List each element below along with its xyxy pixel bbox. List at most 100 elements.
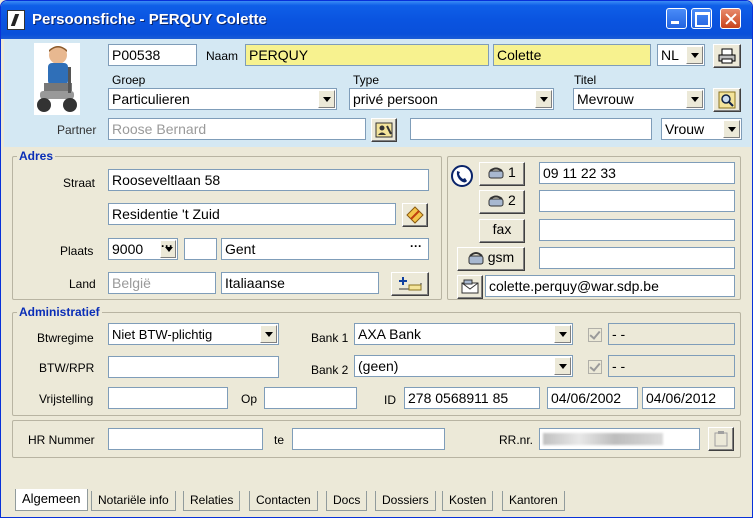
tab-label: Kantoren bbox=[509, 493, 558, 507]
fax-field[interactable] bbox=[539, 219, 735, 241]
id-from-field[interactable]: 04/06/2002 bbox=[547, 387, 638, 409]
phone2-button[interactable]: 2 bbox=[479, 190, 525, 214]
partner-extra-field[interactable] bbox=[410, 118, 652, 140]
telephone-icon bbox=[451, 165, 473, 187]
chevron-down-icon[interactable] bbox=[260, 325, 277, 343]
gemeente-field[interactable]: Gent bbox=[221, 238, 429, 260]
email-field[interactable]: colette.perquy@war.sdp.be bbox=[485, 275, 735, 297]
te-label: te bbox=[274, 433, 285, 447]
tab-kantoren[interactable]: Kantoren bbox=[502, 491, 565, 511]
btwrpr-field[interactable] bbox=[108, 356, 279, 378]
partner-field[interactable]: Roose Bernard bbox=[108, 118, 366, 140]
partner-relation-select[interactable]: Vrouw bbox=[661, 118, 742, 140]
chevron-down-icon[interactable] bbox=[318, 90, 335, 108]
land-label: Land bbox=[69, 277, 96, 291]
mail-icon bbox=[461, 279, 479, 294]
tab-label: Relaties bbox=[190, 493, 234, 507]
btwregime-select[interactable]: Niet BTW-plichtig bbox=[108, 323, 279, 345]
fax-label: fax bbox=[492, 221, 512, 237]
phone2-label: 2 bbox=[508, 192, 516, 208]
close-button[interactable] bbox=[720, 8, 741, 29]
tab-contacten[interactable]: Contacten bbox=[249, 491, 318, 511]
rrnr-button[interactable] bbox=[708, 427, 734, 451]
straat-label: Straat bbox=[63, 176, 96, 190]
type-select[interactable]: privé persoon bbox=[349, 88, 554, 110]
type-value: privé persoon bbox=[353, 91, 438, 107]
titel-label: Titel bbox=[574, 73, 597, 87]
partner-label: Partner bbox=[57, 123, 97, 137]
tab-dossiers[interactable]: Dossiers bbox=[375, 491, 436, 511]
app-icon bbox=[7, 10, 25, 30]
bank1-label: Bank 1 bbox=[311, 331, 349, 345]
email-button[interactable] bbox=[457, 275, 483, 299]
op-label: Op bbox=[241, 392, 258, 406]
chevron-down-icon[interactable] bbox=[686, 46, 703, 64]
id-label: ID bbox=[384, 393, 396, 407]
gsm-button[interactable]: gsm bbox=[457, 247, 525, 271]
search-button[interactable] bbox=[713, 88, 741, 112]
plaats-label: Plaats bbox=[60, 244, 94, 258]
lastname-field[interactable]: PERQUY bbox=[245, 44, 489, 66]
bank2-checkbox[interactable] bbox=[588, 360, 602, 374]
title-bar[interactable]: Persoonsfiche - PERQUY Colette bbox=[1, 1, 752, 39]
tab-kosten[interactable]: Kosten bbox=[442, 491, 494, 511]
print-button[interactable] bbox=[713, 44, 741, 68]
straat2-field[interactable]: Residentie 't Zuid bbox=[108, 203, 396, 225]
gemeente-value: Gent bbox=[225, 241, 256, 257]
bank2-account-field[interactable]: - - bbox=[608, 355, 735, 377]
clipboard-icon bbox=[714, 431, 728, 447]
bank1-account-field[interactable]: - - bbox=[608, 323, 735, 345]
window-title: Persoonsfiche - PERQUY Colette bbox=[32, 11, 267, 28]
op-field[interactable] bbox=[264, 387, 357, 409]
printer-icon bbox=[718, 48, 736, 64]
telephone-icon bbox=[488, 195, 504, 207]
id-to-field[interactable]: 04/06/2012 bbox=[642, 387, 735, 409]
minimize-button[interactable] bbox=[666, 8, 687, 29]
te-field[interactable] bbox=[292, 428, 445, 450]
persoonsfiche-window: Persoonsfiche - PERQUY Colette P00538 Na… bbox=[0, 0, 753, 518]
tab-notariele-info[interactable]: Notariële info bbox=[91, 491, 176, 511]
language-value: NL bbox=[661, 47, 679, 63]
vrijstelling-field[interactable] bbox=[108, 387, 228, 409]
tab-algemeen[interactable]: Algemeen bbox=[15, 489, 88, 511]
hr-field[interactable] bbox=[108, 428, 263, 450]
type-label: Type bbox=[353, 73, 380, 87]
plaats-extra-field[interactable] bbox=[184, 238, 217, 260]
phone1-label: 1 bbox=[508, 164, 516, 180]
bank1-select[interactable]: AXA Bank bbox=[354, 323, 573, 345]
chevron-down-icon[interactable] bbox=[723, 120, 740, 138]
chevron-down-icon[interactable] bbox=[554, 357, 571, 375]
firstname-field[interactable]: Colette bbox=[493, 44, 651, 66]
bank2-label: Bank 2 bbox=[311, 363, 349, 377]
tab-relaties[interactable]: Relaties bbox=[183, 491, 241, 511]
add-address-button[interactable] bbox=[391, 272, 429, 296]
pencil-edit-icon bbox=[406, 206, 424, 224]
code-field[interactable]: P00538 bbox=[108, 44, 197, 66]
phone1-field[interactable]: 09 11 22 33 bbox=[539, 162, 735, 184]
tab-docs[interactable]: Docs bbox=[326, 491, 368, 511]
chevron-down-icon[interactable] bbox=[686, 90, 703, 108]
groep-select[interactable]: Particulieren bbox=[108, 88, 337, 110]
bank2-select[interactable]: (geen) bbox=[354, 355, 573, 377]
language-select[interactable]: NL bbox=[657, 44, 705, 66]
titel-value: Mevrouw bbox=[577, 91, 634, 107]
fax-button[interactable]: fax bbox=[479, 219, 525, 243]
tab-label: Docs bbox=[333, 493, 361, 507]
maximize-button[interactable] bbox=[691, 8, 712, 29]
chevron-down-icon[interactable] bbox=[535, 90, 552, 108]
land-field[interactable]: België bbox=[108, 272, 216, 294]
bank1-checkbox[interactable] bbox=[588, 328, 602, 342]
btwregime-label: Btwregime bbox=[37, 331, 94, 345]
id-field[interactable]: 278 0568911 85 bbox=[404, 387, 540, 409]
partner-card-button[interactable] bbox=[371, 118, 397, 142]
chevron-down-icon[interactable] bbox=[554, 325, 571, 343]
straat-field[interactable]: Rooseveltlaan 58 bbox=[108, 169, 429, 191]
address-edit-button[interactable] bbox=[402, 203, 428, 227]
phone2-field[interactable] bbox=[539, 190, 735, 212]
nationaliteit-field[interactable]: Italiaanse bbox=[221, 272, 379, 294]
titel-select[interactable]: Mevrouw bbox=[573, 88, 705, 110]
gemeente-lookup-button[interactable]: ··· bbox=[410, 239, 422, 253]
postcode-lookup-icon[interactable]: ··· bbox=[161, 239, 173, 253]
gsm-field[interactable] bbox=[539, 247, 735, 269]
phone1-button[interactable]: 1 bbox=[479, 162, 525, 186]
